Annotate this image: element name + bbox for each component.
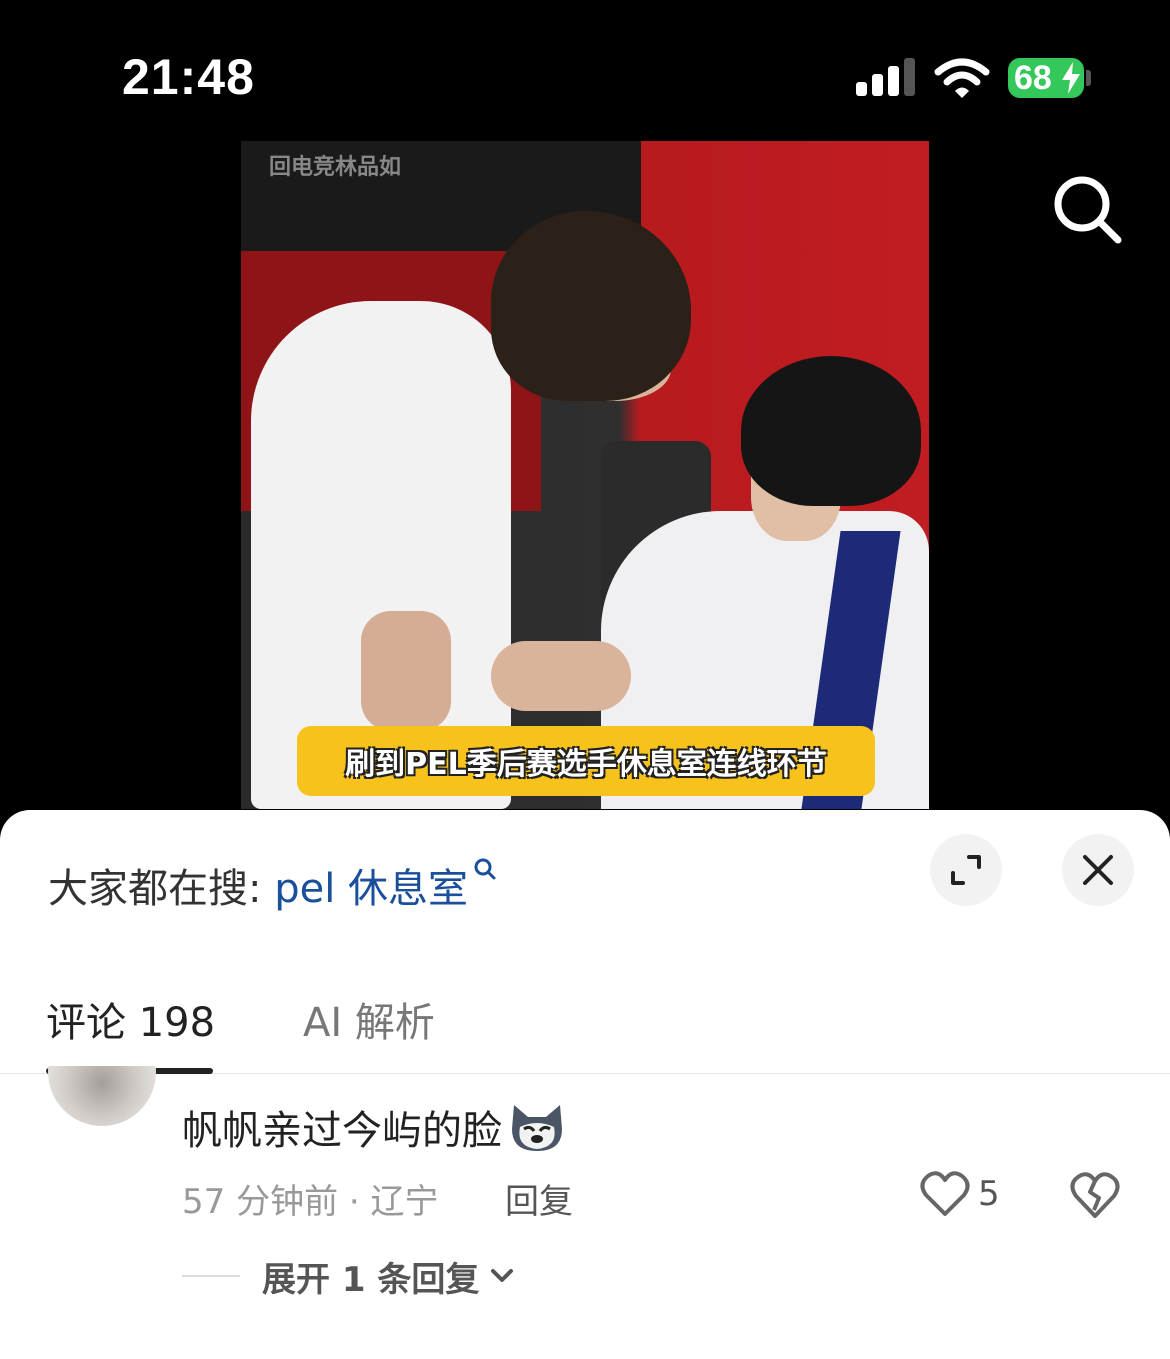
video-player[interactable]: 回电竞林品如 刷到PEL季后赛选手休息室连线环节	[241, 141, 929, 809]
like-button[interactable]: 5	[920, 1170, 1020, 1222]
search-suggestion-prefix: 大家都在搜:	[48, 866, 275, 912]
status-time: 21:48	[122, 49, 255, 105]
husky-emoji-icon	[512, 1105, 562, 1151]
avatar-image	[48, 1066, 156, 1126]
expand-icon	[951, 855, 981, 885]
comment-meta: 57 分钟前 · 辽宁	[182, 1182, 439, 1222]
heart-icon	[920, 1171, 970, 1216]
divider	[182, 1275, 240, 1277]
video-watermark: 回电竞林品如	[269, 155, 402, 180]
video-hair-left	[491, 211, 691, 401]
expand-button[interactable]	[930, 834, 1002, 906]
battery-cap	[1086, 70, 1091, 86]
battery-level: 68	[1014, 58, 1052, 97]
video-caption: 刷到PEL季后赛选手休息室连线环节	[297, 726, 875, 796]
close-icon	[1083, 855, 1113, 885]
broken-heart-icon[interactable]	[1070, 1170, 1120, 1220]
tab-comments[interactable]: 评论 198	[46, 990, 215, 1048]
search-small-icon	[474, 858, 496, 880]
comment-item: 帆帆亲过今屿的脸 57 分钟前 · 辽宁 回复 5 展开 1 条回复	[0, 1066, 1170, 1359]
comment-sheet: 大家都在搜: pel 休息室 评论 198 AI 解析 帆帆亲过今屿的脸 57 …	[0, 810, 1170, 1359]
status-bar: 21:48 68	[0, 0, 1170, 140]
like-count: 5	[978, 1174, 1000, 1214]
avatar[interactable]	[48, 1066, 156, 1126]
sheet-tabs: 评论 198 AI 解析	[0, 980, 1170, 1074]
expand-replies-label: 展开 1 条回复	[262, 1259, 480, 1300]
comment-text: 帆帆亲过今屿的脸	[182, 1098, 566, 1156]
wifi-icon	[934, 58, 990, 98]
chevron-down-icon	[491, 1269, 514, 1282]
video-arm	[361, 611, 451, 731]
expand-replies-button[interactable]: 展开 1 条回复	[182, 1254, 515, 1300]
signal-icon	[856, 58, 916, 96]
video-hands	[491, 641, 631, 711]
reply-button[interactable]: 回复	[505, 1174, 573, 1223]
search-suggestion-keyword[interactable]: pel 休息室	[274, 866, 468, 912]
comment-body: 帆帆亲过今屿的脸	[182, 1108, 502, 1154]
charging-bolt-icon	[1062, 62, 1080, 94]
search-suggestion[interactable]: 大家都在搜: pel 休息室	[48, 856, 498, 914]
search-icon[interactable]	[1050, 172, 1124, 246]
video-hair-right	[741, 356, 921, 506]
tab-ai-analysis[interactable]: AI 解析	[303, 990, 435, 1048]
close-button[interactable]	[1062, 834, 1134, 906]
